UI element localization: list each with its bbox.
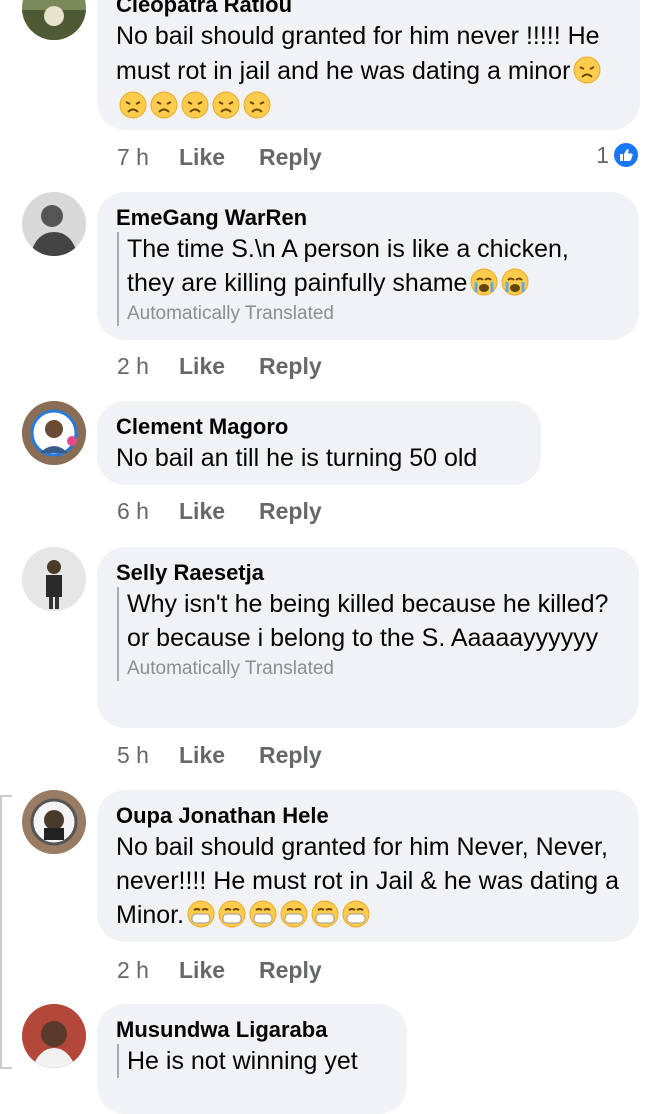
reply-button[interactable]: Reply — [259, 141, 322, 173]
comment-text: Why isn't he being killed because he kil… — [127, 590, 609, 652]
auto-translated-label[interactable]: Automatically Translated — [127, 302, 619, 326]
emoji-group — [184, 900, 370, 929]
weary-face-icon — [119, 91, 147, 119]
comment-text: He is not winning yet — [127, 1047, 358, 1075]
comment-timestamp[interactable]: 2 h — [117, 954, 179, 986]
comment-actions: 6 h Like Reply — [117, 495, 322, 527]
comment-timestamp[interactable]: 7 h — [117, 141, 179, 173]
comment-text: The time S.\n A person is like a chicken… — [127, 232, 619, 300]
comment-text: No bail should granted for him Never, Ne… — [116, 830, 619, 932]
comment-timestamp[interactable]: 5 h — [117, 739, 179, 771]
weary-face-icon — [150, 91, 178, 119]
reply-button[interactable]: Reply — [259, 350, 322, 382]
comment-author[interactable]: Musundwa Ligaraba — [116, 1016, 387, 1044]
comment-quoted-text: Why isn't he being killed because he kil… — [117, 587, 619, 681]
comment-bubble: EmeGang WarRen The time S.\n A person is… — [97, 192, 639, 340]
reply-button[interactable]: Reply — [259, 954, 322, 986]
comment-bubble: Musundwa Ligaraba He is not winning yet — [97, 1004, 407, 1114]
weary-face-icon — [181, 91, 209, 119]
mask-face-icon — [280, 900, 308, 928]
reply-button[interactable]: Reply — [259, 495, 322, 527]
comment-timestamp[interactable]: 6 h — [117, 495, 179, 527]
auto-translated-label[interactable]: Automatically Translated — [127, 657, 619, 681]
crying-face-icon — [470, 268, 498, 296]
reply-button[interactable]: Reply — [259, 739, 322, 771]
weary-face-icon — [243, 91, 271, 119]
comment-bubble: Clement Magoro No bail an till he is tur… — [97, 401, 541, 485]
weary-face-icon — [212, 91, 240, 119]
thumbs-up-icon — [612, 141, 640, 169]
comment-bubble: Cleopatra Ratlou No bail should granted … — [97, 0, 640, 130]
comment-bubble: Oupa Jonathan Hele No bail should grante… — [97, 790, 639, 942]
comment-bubble: Selly Raesetja Why isn't he being killed… — [97, 547, 639, 728]
avatar[interactable] — [22, 790, 86, 854]
reply-thread-line — [0, 795, 12, 1069]
comment-body: No bail should granted for him never !!!… — [116, 22, 600, 85]
like-button[interactable]: Like — [179, 954, 259, 986]
reaction-count: 1 — [596, 141, 609, 168]
mask-face-icon — [218, 900, 246, 928]
like-button[interactable]: Like — [179, 495, 259, 527]
like-button[interactable]: Like — [179, 141, 259, 173]
avatar[interactable] — [22, 192, 86, 256]
comment-quoted-text: The time S.\n A person is like a chicken… — [117, 232, 619, 326]
comment-author[interactable]: Cleopatra Ratlou — [116, 0, 620, 19]
weary-face-icon — [573, 56, 601, 84]
avatar[interactable] — [22, 401, 86, 465]
emoji-group — [467, 268, 529, 297]
comment-actions: 2 h Like Reply — [117, 954, 322, 986]
comment-actions: 2 h Like Reply — [117, 350, 322, 382]
comment-author[interactable]: Selly Raesetja — [116, 559, 619, 587]
comment-actions: 5 h Like Reply — [117, 739, 322, 771]
comment-author[interactable]: EmeGang WarRen — [116, 204, 619, 232]
avatar[interactable] — [22, 547, 86, 611]
mask-face-icon — [311, 900, 339, 928]
reaction-summary[interactable]: 1 — [596, 141, 640, 169]
comment-author[interactable]: Clement Magoro — [116, 413, 521, 441]
like-button[interactable]: Like — [179, 739, 259, 771]
comment-author[interactable]: Oupa Jonathan Hele — [116, 802, 619, 830]
comment-timestamp[interactable]: 2 h — [117, 350, 179, 382]
comment-actions: 7 h Like Reply — [117, 141, 322, 173]
mask-face-icon — [249, 900, 277, 928]
avatar[interactable] — [22, 0, 86, 40]
mask-face-icon — [342, 900, 370, 928]
comment-text: No bail an till he is turning 50 old — [116, 444, 478, 472]
mask-face-icon — [187, 900, 215, 928]
comment-quoted-text: He is not winning yet — [117, 1044, 387, 1078]
like-button[interactable]: Like — [179, 350, 259, 382]
comment-text: No bail should granted for him never !!!… — [116, 19, 620, 124]
avatar[interactable] — [22, 1004, 86, 1068]
crying-face-icon — [501, 268, 529, 296]
